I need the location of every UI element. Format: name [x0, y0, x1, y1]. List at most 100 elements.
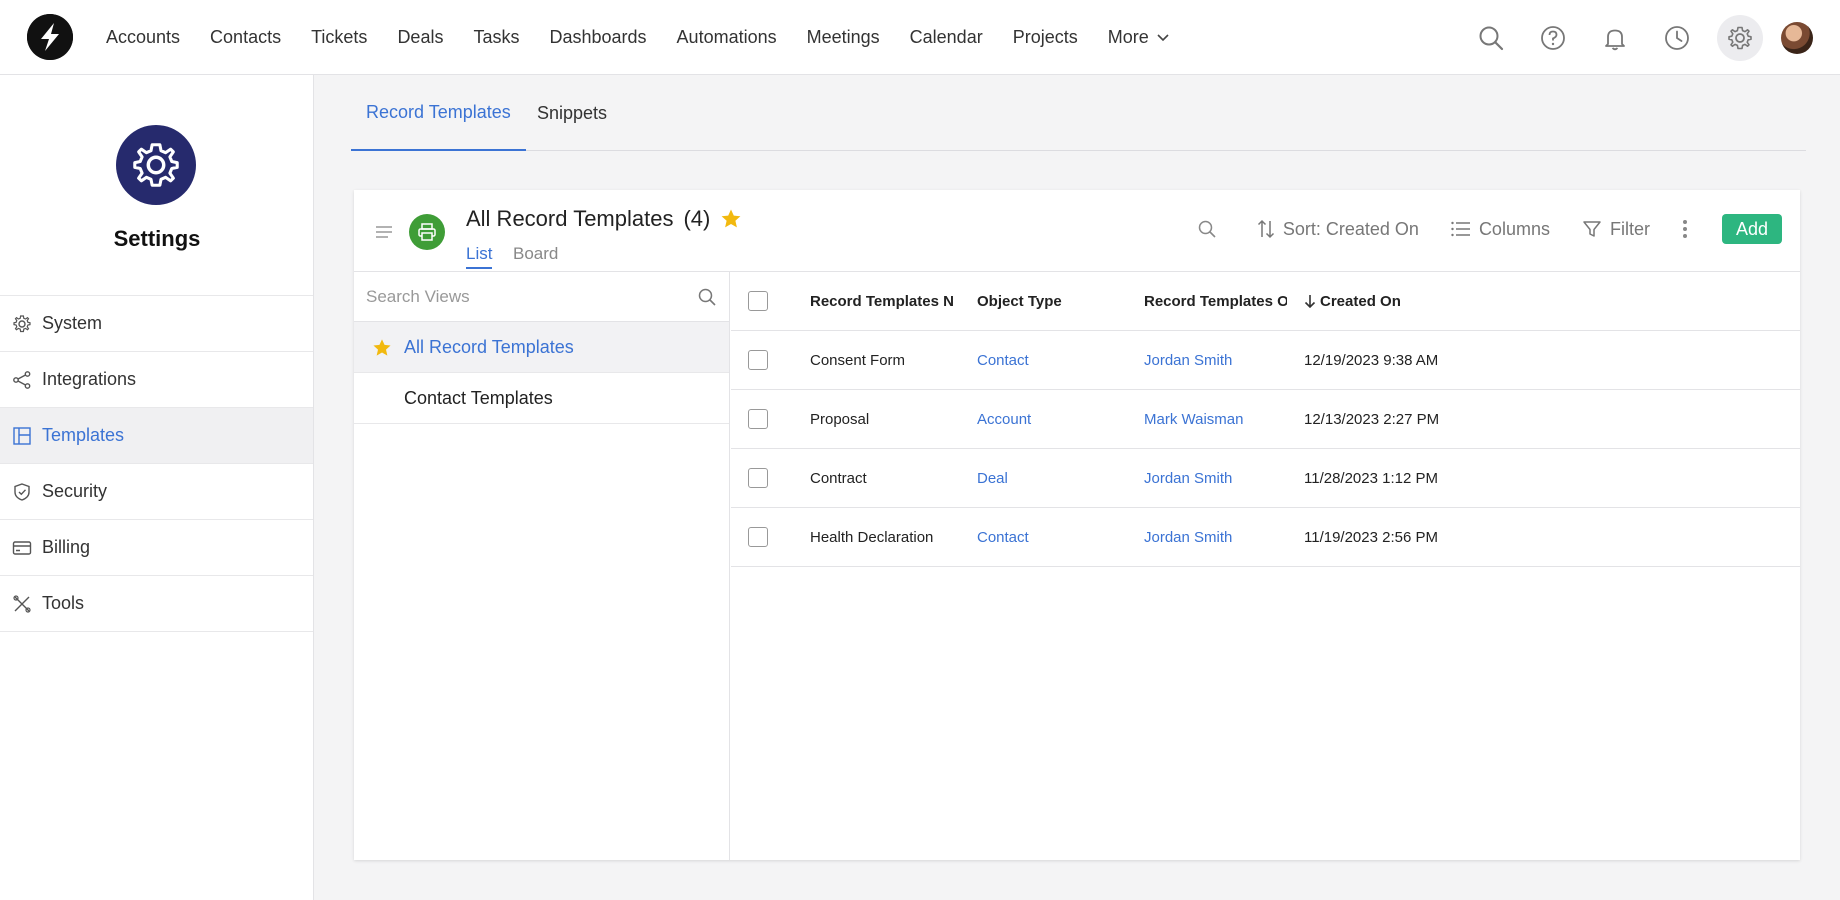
- nav-item-deals[interactable]: Deals: [397, 27, 443, 48]
- arrow-down-icon: [1304, 295, 1316, 308]
- sort-icon: [1257, 219, 1274, 239]
- nav-item-projects[interactable]: Projects: [1013, 27, 1078, 48]
- sidebar-item-templates[interactable]: Templates: [0, 408, 313, 464]
- nav-more-label: More: [1107, 27, 1149, 47]
- cell-object-type[interactable]: Contact: [977, 508, 1127, 566]
- column-header-object-type[interactable]: Object Type: [977, 272, 1127, 330]
- nav-more-menu[interactable]: More: [1108, 27, 1169, 48]
- nav-item-dashboards[interactable]: Dashboards: [549, 27, 646, 48]
- filter-label: Filter: [1609, 218, 1650, 239]
- panel-search-button[interactable]: [1197, 219, 1225, 239]
- search-icon[interactable]: [1469, 16, 1513, 60]
- menu-icon[interactable]: [376, 226, 392, 238]
- sidebar-item-label: Templates: [42, 425, 125, 445]
- nav-item-accounts[interactable]: Accounts: [106, 27, 180, 48]
- view-title: All Record Templates (4): [466, 206, 742, 232]
- help-icon[interactable]: [1531, 16, 1575, 60]
- cell-owner[interactable]: Jordan Smith: [1144, 449, 1287, 507]
- cell-template-name[interactable]: Health Declaration: [810, 508, 960, 566]
- row-checkbox[interactable]: [748, 331, 768, 389]
- cell-owner[interactable]: Jordan Smith: [1144, 508, 1287, 566]
- user-avatar[interactable]: [1781, 21, 1813, 54]
- cell-created-on: 11/19/2023 2:56 PM: [1304, 528, 1438, 546]
- cell-template-name[interactable]: Contract: [810, 449, 960, 507]
- template-tabs: Record Templates Snippets: [351, 75, 1806, 151]
- cell-object-type[interactable]: Contact: [977, 331, 1127, 389]
- panel-toolbar: Sort: Created On Columns Filter Add: [1165, 214, 1782, 244]
- app-logo-icon[interactable]: [27, 14, 73, 60]
- sidebar-item-tools[interactable]: Tools: [0, 576, 313, 632]
- panel-header: All Record Templates (4) List Board Sort…: [354, 190, 1800, 272]
- cell-created-on: 11/28/2023 1:12 PM: [1304, 469, 1438, 487]
- more-options-button[interactable]: [1682, 219, 1696, 239]
- cell-template-name[interactable]: Proposal: [810, 390, 960, 448]
- nav-item-tickets[interactable]: Tickets: [311, 27, 367, 48]
- column-header-created-on[interactable]: Created On: [1304, 272, 1504, 330]
- views-search: [354, 272, 729, 322]
- chevron-down-icon: [1157, 33, 1169, 41]
- views-list: All Record Templates Contact Templates: [354, 272, 730, 860]
- sort-label: Sort: Created On: [1282, 218, 1419, 239]
- table-row[interactable]: Consent Form Contact Jordan Smith 12/19/…: [731, 331, 1800, 390]
- sort-button[interactable]: Sort: Created On: [1257, 219, 1419, 240]
- nav-item-meetings[interactable]: Meetings: [807, 27, 880, 48]
- bell-icon[interactable]: [1593, 16, 1637, 60]
- vertical-dots-icon: [1682, 220, 1687, 238]
- view-item-contact-templates[interactable]: Contact Templates: [354, 373, 729, 424]
- columns-button[interactable]: Columns: [1451, 219, 1550, 240]
- row-checkbox[interactable]: [748, 390, 768, 448]
- main-nav: Accounts Contacts Tickets Deals Tasks Da…: [106, 0, 1199, 75]
- view-tab-list[interactable]: List: [466, 244, 493, 269]
- views-search-input[interactable]: [366, 286, 697, 307]
- cell-owner[interactable]: Mark Waisman: [1144, 390, 1287, 448]
- top-icons: [1451, 0, 1840, 75]
- nav-item-tasks[interactable]: Tasks: [473, 27, 519, 48]
- filter-icon: [1583, 221, 1601, 237]
- column-header-owner[interactable]: Record Templates O: [1144, 272, 1287, 330]
- star-icon[interactable]: [720, 208, 742, 230]
- gear-icon[interactable]: [1717, 14, 1763, 61]
- column-header-name[interactable]: Record Templates N: [810, 272, 960, 330]
- nav-item-automations[interactable]: Automations: [677, 27, 777, 48]
- cell-created-on: 12/19/2023 9:38 AM: [1304, 351, 1439, 369]
- select-all-checkbox[interactable]: [748, 272, 768, 330]
- star-icon: [373, 339, 391, 356]
- tab-record-templates[interactable]: Record Templates: [351, 75, 526, 151]
- sidebar-item-label: Security: [42, 481, 108, 501]
- filter-button[interactable]: Filter: [1582, 219, 1650, 240]
- settings-sidebar: Settings System Integrations Templates S…: [0, 75, 314, 900]
- view-item-all-record-templates[interactable]: All Record Templates: [354, 322, 729, 373]
- gear-icon: [13, 314, 31, 332]
- cell-template-name[interactable]: Consent Form: [810, 331, 960, 389]
- table-row[interactable]: Proposal Account Mark Waisman 12/13/2023…: [731, 390, 1800, 449]
- row-checkbox[interactable]: [748, 449, 768, 507]
- table-row[interactable]: Contract Deal Jordan Smith 11/28/2023 1:…: [731, 449, 1800, 508]
- view-title-text: All Record Templates: [466, 206, 674, 231]
- list-icon: [1451, 221, 1470, 237]
- cell-object-type[interactable]: Account: [977, 390, 1127, 448]
- card-icon: [12, 540, 32, 555]
- cell-object-type[interactable]: Deal: [977, 449, 1127, 507]
- sidebar-item-integrations[interactable]: Integrations: [0, 352, 313, 408]
- row-checkbox[interactable]: [748, 508, 768, 566]
- columns-label: Columns: [1478, 218, 1550, 239]
- add-button[interactable]: Add: [1721, 214, 1782, 244]
- record-templates-panel: All Record Templates (4) List Board Sort…: [354, 190, 1800, 860]
- view-tab-board[interactable]: Board: [513, 244, 558, 267]
- sidebar-item-security[interactable]: Security: [0, 464, 313, 520]
- nav-item-contacts[interactable]: Contacts: [210, 27, 281, 48]
- sidebar-item-label: System: [42, 313, 103, 333]
- share-icon: [13, 370, 31, 389]
- cell-owner[interactable]: Jordan Smith: [1144, 331, 1287, 389]
- table-row[interactable]: Health Declaration Contact Jordan Smith …: [731, 508, 1800, 567]
- sidebar-item-billing[interactable]: Billing: [0, 520, 313, 576]
- search-icon[interactable]: [697, 287, 717, 307]
- sidebar-item-system[interactable]: System: [0, 296, 313, 352]
- sidebar-item-label: Tools: [42, 593, 85, 613]
- tab-snippets[interactable]: Snippets: [537, 75, 607, 151]
- table-header-row: Record Templates N Object Type Record Te…: [731, 272, 1800, 331]
- cell-created-on: 12/13/2023 2:27 PM: [1304, 410, 1440, 428]
- clock-icon[interactable]: [1655, 16, 1699, 60]
- sidebar-item-label: Billing: [42, 537, 91, 557]
- nav-item-calendar[interactable]: Calendar: [910, 27, 983, 48]
